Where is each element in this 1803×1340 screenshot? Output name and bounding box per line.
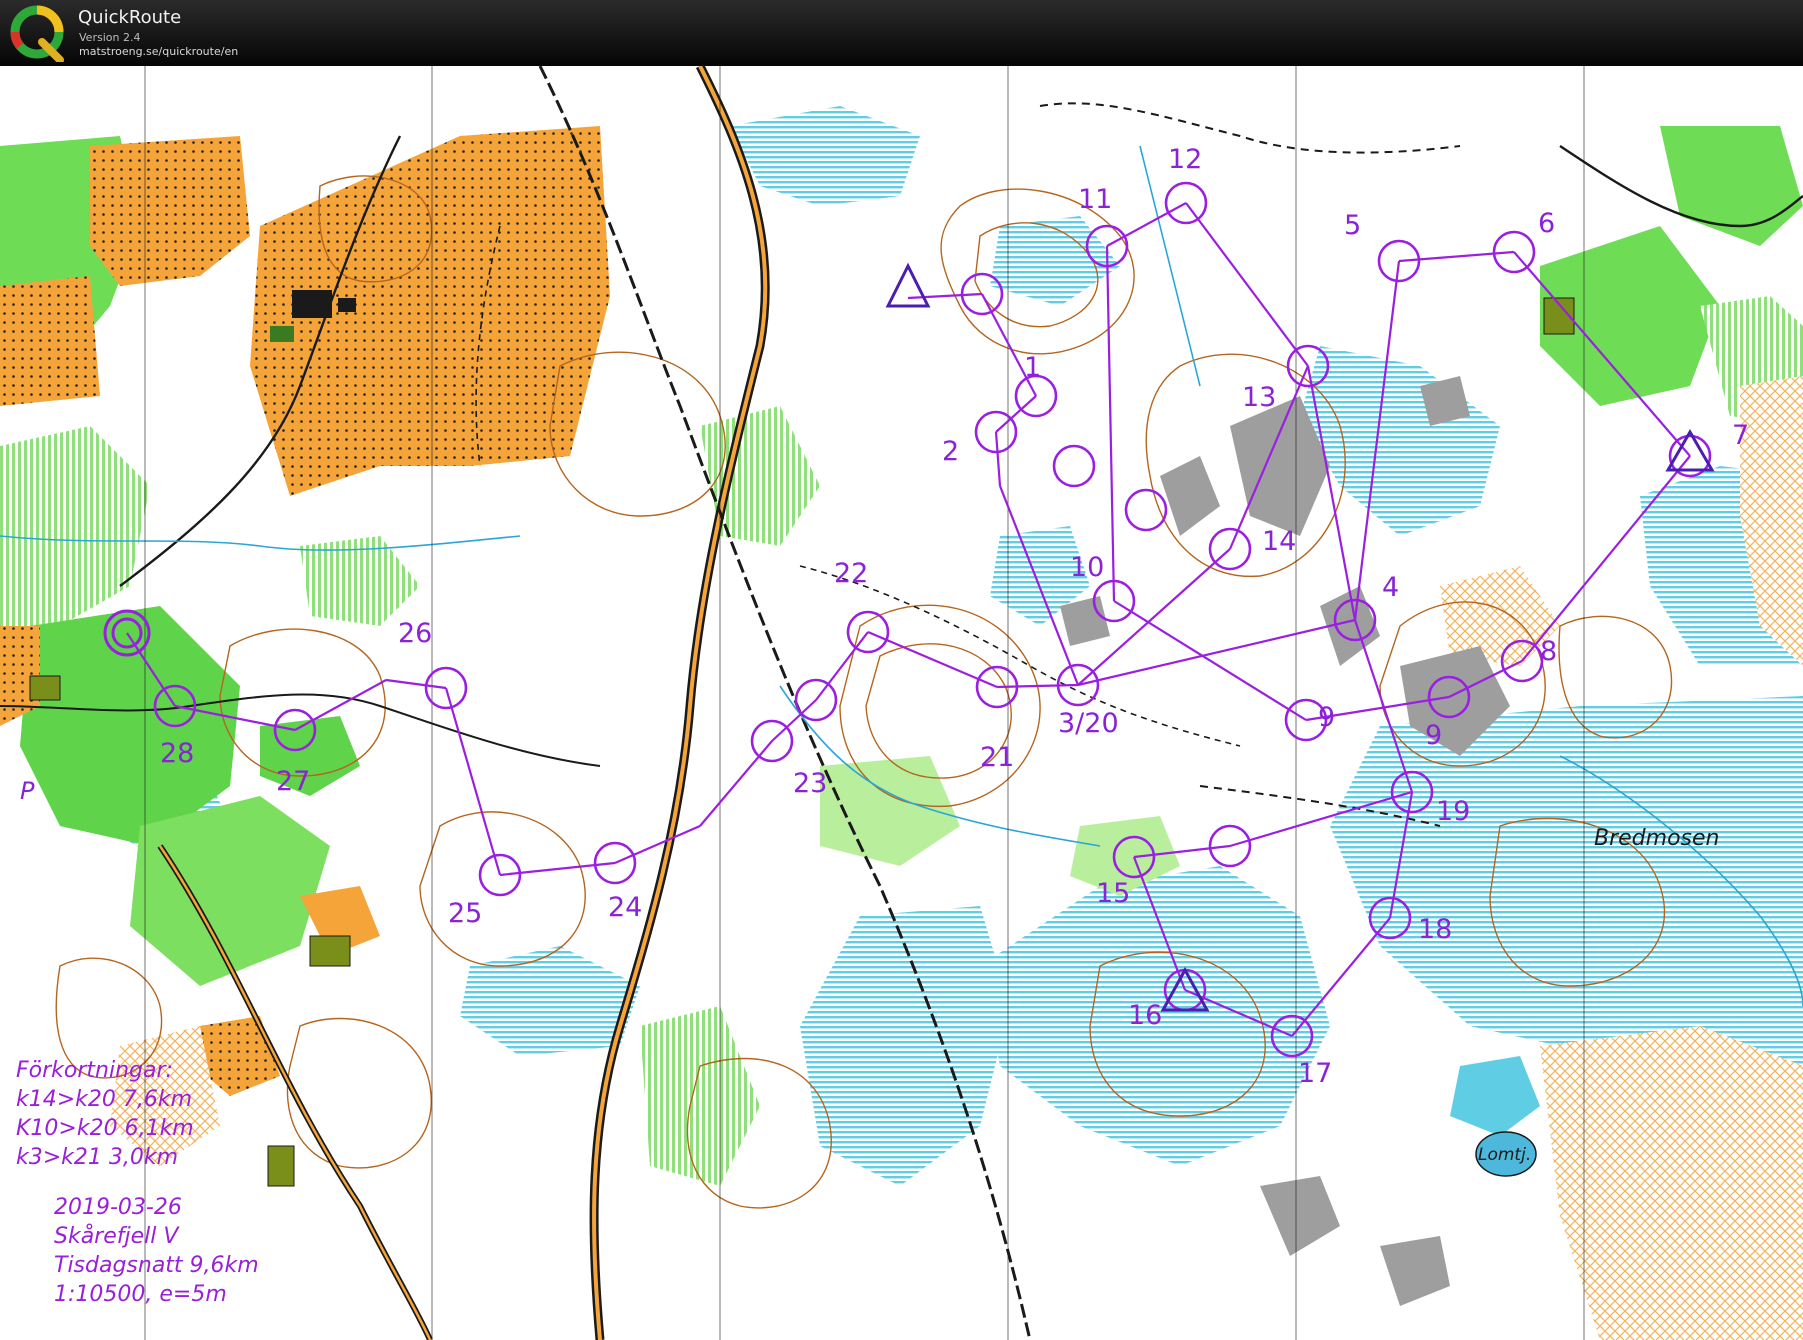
control-number-label: 9: [1425, 720, 1442, 751]
place-name-bredmosen: Bredmosen: [1594, 826, 1719, 851]
control-number-label: 12: [1168, 144, 1202, 175]
map-date: 2019-03-26: [54, 1195, 182, 1220]
app-title: QuickRoute: [78, 7, 182, 28]
control-number-label: 19: [1436, 796, 1470, 827]
event-name: Tisdagsnatt 9,6km: [54, 1253, 259, 1278]
control-number-label: 6: [1538, 208, 1555, 239]
orienteering-map[interactable]: 1 2 3/20 4 5 6 7 8 9 9 10 11 12 13 14 15 16 17 18 19 21 22 23 2…: [0, 66, 1803, 1340]
map-info-legend: 2019-03-26 Skårefjell V Tisdagsnatt 9,6k…: [54, 1193, 259, 1309]
parking-symbol: P: [20, 777, 35, 805]
control-number-label: 5: [1344, 210, 1361, 241]
control-number-label: 23: [793, 768, 827, 799]
map-scale: 1:10500, e=5m: [54, 1282, 227, 1307]
map-area-name: Skårefjell V: [54, 1224, 179, 1249]
control-number-label: 17: [1298, 1058, 1332, 1089]
control-number-label: 7: [1732, 420, 1749, 451]
control-number-label: 11: [1078, 184, 1112, 215]
control-number-label: 26: [398, 618, 432, 649]
control-number-label: 2: [942, 436, 959, 467]
control-number-label: 8: [1540, 636, 1557, 667]
control-number-label: 22: [834, 558, 868, 589]
abbreviation-line: K10>k20 6,1km: [16, 1116, 194, 1141]
control-number-label: 24: [608, 892, 642, 923]
abbreviation-line: k14>k20 7,6km: [16, 1087, 193, 1112]
control-number-label: 9: [1318, 702, 1335, 733]
control-number-label: 13: [1242, 382, 1276, 413]
abbreviations-title: Förkortningar:: [16, 1058, 173, 1083]
control-number-label: 15: [1096, 878, 1130, 909]
quickroute-logo-icon: [10, 5, 64, 62]
control-number-label: 10: [1070, 552, 1104, 583]
control-number-label: 21: [980, 742, 1014, 773]
control-number-label: 27: [276, 766, 310, 797]
app-title-bar: QuickRoute Version 2.4 matstroeng.se/qui…: [0, 0, 1803, 66]
control-number-label: 14: [1262, 526, 1296, 557]
control-number-label: 25: [448, 898, 482, 929]
control-number-label: 16: [1128, 1000, 1162, 1031]
control-number-label: 28: [160, 738, 194, 769]
abbreviations-legend: Förkortningar: k14>k20 7,6km K10>k20 6,1…: [16, 1056, 194, 1172]
control-number-label: 1: [1024, 352, 1041, 383]
abbreviation-line: k3>k21 3,0km: [16, 1145, 179, 1170]
control-number-label: 3/20: [1058, 708, 1119, 739]
place-name-lomtj: Lomtj.: [1478, 1145, 1531, 1165]
app-version: Version 2.4: [79, 31, 141, 44]
app-url[interactable]: matstroeng.se/quickroute/en: [79, 45, 238, 58]
control-number-label: 18: [1418, 914, 1452, 945]
control-number-label: 4: [1382, 572, 1399, 603]
